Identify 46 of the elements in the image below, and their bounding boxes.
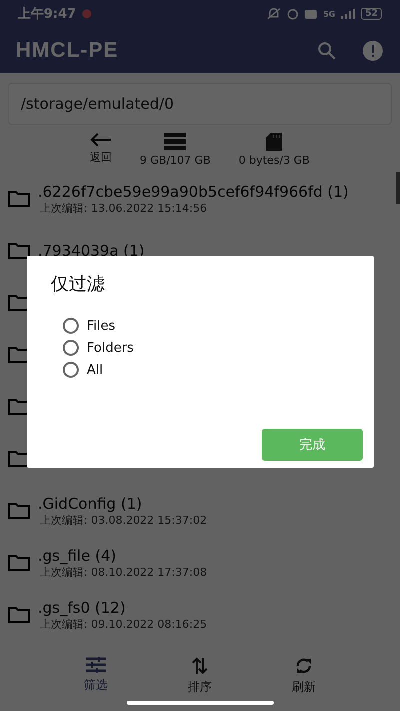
option-label: Files [87, 318, 116, 334]
toolbar-button[interactable]: 9 GB/107 GB [140, 133, 211, 173]
modified-date: 上次编辑: 13.06.2022 15:14:56 [40, 200, 208, 216]
radio-option[interactable]: All [63, 362, 350, 378]
battery-level: 52 [361, 8, 382, 20]
modified-date: 上次编辑: 09.10.2022 08:16:25 [40, 616, 208, 632]
nav-tab[interactable]: 排序 [182, 649, 218, 711]
sliders-icon [86, 657, 106, 673]
clock-time: 上午9:47 [18, 6, 76, 23]
file-name[interactable]: .gs_file (4) [38, 546, 208, 564]
modified-date: 上次编辑: 08.10.2022 17:37:08 [40, 564, 208, 580]
notification-icon [82, 9, 92, 19]
toolbar-button[interactable]: 返回 [90, 133, 112, 173]
toolbar-button[interactable]: 0 bytes/3 GB [238, 133, 310, 173]
app-title: HMCL-PE [16, 38, 119, 62]
file-name[interactable]: .6226f7cbe59e99a90b5cef6f94f966fd (1) [38, 182, 349, 200]
storage-icon [164, 133, 186, 151]
nav-tab[interactable]: 筛选 [78, 649, 114, 711]
sd-card-icon [266, 133, 282, 151]
folder-icon [8, 503, 30, 519]
alarm-icon [287, 8, 300, 20]
search-icon[interactable] [318, 42, 336, 60]
signal-icon [341, 9, 356, 19]
file-name[interactable]: .GidConfig (1) [38, 494, 208, 512]
back-arrow-icon [90, 133, 112, 147]
sort-arrows-icon [192, 657, 208, 675]
folder-icon [8, 555, 30, 571]
option-label: All [87, 362, 104, 378]
nav-tab[interactable]: 刷新 [286, 649, 322, 711]
refresh-icon [295, 657, 313, 675]
scrollbar [396, 172, 400, 204]
alert-badge-icon[interactable] [362, 40, 384, 62]
done-button[interactable]: 完成 [262, 429, 363, 461]
folder-icon [8, 607, 30, 623]
modified-date: 上次编辑: 03.08.2022 15:37:02 [40, 512, 208, 528]
dialog-title: 仅过滤 [51, 273, 106, 296]
network-type: 5G [323, 10, 336, 18]
option-label: Folders [87, 340, 134, 356]
file-name[interactable]: .gs_fs0 (12) [38, 598, 208, 616]
radio-option[interactable]: Folders [63, 340, 350, 356]
hd-icon [305, 10, 318, 18]
folder-icon [8, 191, 30, 207]
path-field[interactable]: /storage/emulated/0 [8, 83, 392, 125]
mute-icon [267, 8, 282, 20]
folder-icon [8, 243, 30, 259]
radio-option[interactable]: Files [63, 318, 350, 334]
